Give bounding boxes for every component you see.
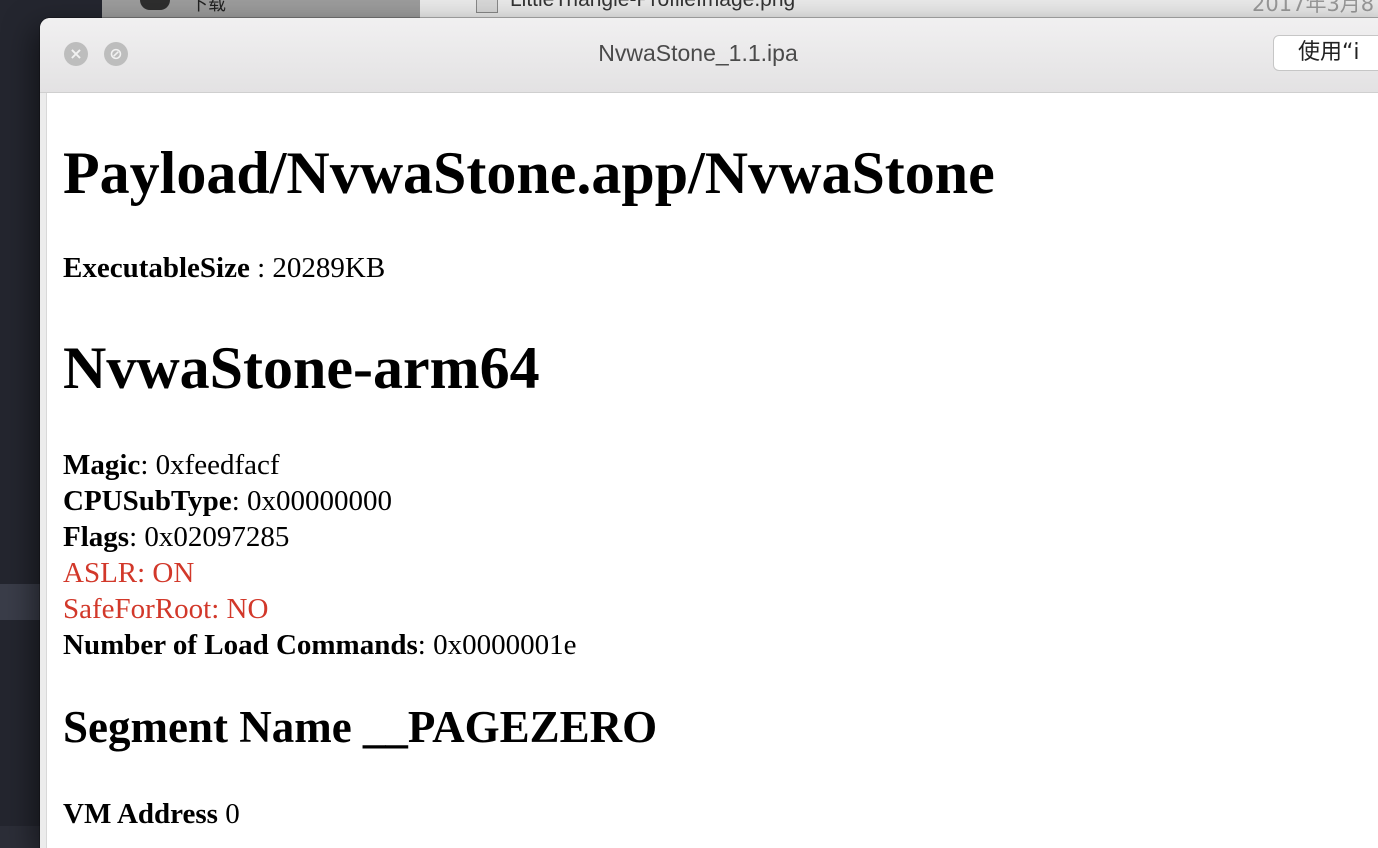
executable-size-separator: : (249, 252, 273, 284)
magic-label: Magic (63, 449, 141, 481)
flags-value: : 0x02097285 (129, 521, 290, 553)
segment-heading: Segment Name __PAGEZERO (63, 702, 658, 752)
binary-path-heading: Payload/NvwaStone.app/NvwaStone (63, 140, 995, 206)
cpu-subtype-label: CPUSubType (63, 485, 232, 517)
download-label: 下载 (190, 0, 226, 15)
cpu-subtype-line: CPUSubType: 0x00000000 (63, 487, 392, 516)
sidebar-selected-row (0, 584, 40, 620)
load-commands-label: Number of Load Commands (63, 629, 418, 661)
flags-line: Flags: 0x02097285 (63, 523, 289, 552)
preview-content[interactable]: Payload/NvwaStone.app/NvwaStone Executab… (46, 93, 1378, 848)
architecture-heading: NvwaStone-arm64 (63, 335, 540, 401)
magic-line: Magic: 0xfeedfacf (63, 451, 280, 480)
window-title: NvwaStone_1.1.ipa (598, 40, 798, 66)
safe-for-root-status: SafeForRoot: NO (63, 593, 269, 625)
finder-file-name[interactable]: LittleTriangle-ProfileImage.png (510, 0, 795, 12)
load-commands-line: Number of Load Commands: 0x0000001e (63, 631, 576, 660)
window-titlebar[interactable]: × ⊘ NvwaStone_1.1.ipa 使用“i (40, 18, 1378, 93)
executable-size-label: ExecutableSize (63, 252, 250, 284)
cpu-subtype-value: : 0x00000000 (231, 485, 392, 517)
magic-value: : 0xfeedfacf (140, 449, 280, 481)
executable-size-line: ExecutableSize : 20289KB (63, 254, 385, 283)
flags-label: Flags (63, 521, 130, 553)
vm-address-label: VM Address (63, 798, 218, 830)
aslr-status: ASLR: ON (63, 557, 195, 589)
executable-size-value: 20289KB (272, 252, 386, 284)
finder-file-date: 2017年3月8 (1252, 0, 1375, 16)
quicklook-window: × ⊘ NvwaStone_1.1.ipa 使用“i Payload/NvwaS… (40, 18, 1378, 848)
png-file-icon (476, 0, 498, 13)
vm-address-value: 0 (217, 798, 240, 830)
open-with-button[interactable]: 使用“i (1273, 35, 1378, 71)
load-commands-value: : 0x0000001e (417, 629, 577, 661)
vm-address-line: VM Address 0 (63, 800, 240, 829)
